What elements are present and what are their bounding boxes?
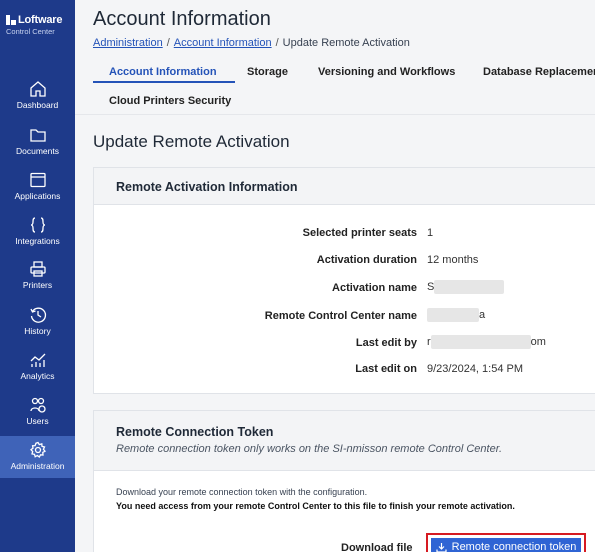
sidebar-item-label: Administration (10, 461, 65, 471)
sidebar-item-printers[interactable]: Printers (0, 260, 75, 304)
sidebar-item-label: Printers (22, 280, 53, 290)
breadcrumb: Administration / Account Information / Updat… (93, 37, 410, 49)
download-icon (436, 542, 447, 552)
info-label: Selected printer seats (302, 227, 417, 239)
sidebar-item-label: Applications (14, 191, 61, 201)
info-label: Remote Control Center name (264, 310, 417, 322)
sidebar-item-label: Users (26, 416, 49, 426)
info-value-redacted: r om (427, 335, 546, 349)
printer-icon (29, 261, 46, 277)
redacted-block (427, 308, 479, 322)
info-label: Activation duration (316, 254, 417, 266)
app-logo[interactable]: Loftware Control Center (6, 14, 72, 36)
tabs-divider (75, 114, 595, 115)
info-value: a (479, 308, 486, 321)
sidebar-item-label: History (24, 326, 51, 336)
info-value: S (427, 280, 435, 293)
breadcrumb-link-administration[interactable]: Administration (93, 37, 163, 49)
remote-activation-card: Remote Activation Information Selected p… (93, 167, 595, 394)
window-icon (29, 172, 46, 188)
sidebar-item-users[interactable]: Users (0, 396, 75, 440)
home-icon (29, 81, 46, 97)
breadcrumb-link-account-information[interactable]: Account Information (174, 37, 272, 49)
active-tab-indicator (93, 81, 235, 83)
tab-cloud-printers-security[interactable]: Cloud Printers Security (109, 95, 231, 107)
info-value-redacted: a (427, 308, 485, 322)
tab-database-replacement[interactable]: Database Replacement (483, 66, 595, 78)
page-title: Account Information (93, 8, 271, 30)
sidebar-item-documents[interactable]: Documents (0, 126, 75, 170)
section-title: Update Remote Activation (93, 132, 290, 151)
sidebar-item-label: Dashboard (16, 100, 59, 110)
sidebar-item-label: Documents (16, 146, 59, 156)
button-label: Remote connection token (451, 541, 577, 552)
info-label: Last edit on (355, 363, 417, 375)
info-label: Activation name (332, 282, 417, 294)
card-title: Remote Connection Token (116, 425, 274, 439)
token-note: Remote connection token only works on th… (116, 443, 502, 455)
gear-icon (29, 441, 46, 458)
download-instruction-strong: You need access from your remote Control… (116, 501, 515, 511)
folder-icon (29, 129, 46, 142)
sidebar-item-applications[interactable]: Applications (0, 171, 75, 215)
card-header: Remote Connection Token Remote connectio… (94, 411, 595, 471)
sidebar-item-label: Analytics (20, 371, 55, 381)
card-title: Remote Activation Information (116, 180, 298, 194)
redacted-block (430, 335, 531, 349)
tab-versioning-and-workflows[interactable]: Versioning and Workflows (318, 66, 455, 78)
breadcrumb-current: Update Remote Activation (282, 37, 410, 49)
history-icon (29, 307, 46, 323)
remote-connection-token-button[interactable]: Remote connection token (431, 538, 581, 552)
info-value-suffix: om (530, 335, 546, 348)
download-file-label: Download file (341, 542, 413, 552)
remote-connection-token-card: Remote Connection Token Remote connectio… (93, 410, 595, 552)
sidebar-item-administration[interactable]: Administration (0, 436, 75, 478)
info-value: 12 months (427, 254, 479, 266)
sidebar-item-analytics[interactable]: Analytics (0, 351, 75, 395)
brand-name: Loftware (18, 14, 63, 26)
sidebar-item-integrations[interactable]: Integrations (0, 216, 75, 260)
sidebar-item-dashboard[interactable]: Dashboard (0, 80, 75, 124)
tab-account-information[interactable]: Account Information (109, 66, 217, 78)
loftware-logo-icon (6, 15, 16, 25)
card-header: Remote Activation Information (94, 168, 595, 205)
redacted-block (434, 280, 505, 294)
info-label: Last edit by (355, 337, 417, 349)
users-icon (29, 397, 46, 413)
download-instruction: Download your remote connection token wi… (116, 487, 368, 497)
info-value: 9/23/2024, 1:54 PM (427, 363, 524, 375)
braces-icon (30, 217, 45, 233)
analytics-icon (30, 353, 45, 367)
sidebar-item-label: Integrations (15, 236, 60, 246)
sidebar-item-history[interactable]: History (0, 306, 75, 350)
sidebar: Loftware Control Center Dashboard Docume… (0, 0, 75, 552)
brand-subtitle: Control Center (6, 27, 55, 36)
info-value-redacted: S (427, 280, 505, 294)
info-value: 1 (427, 227, 434, 239)
tab-storage[interactable]: Storage (247, 66, 288, 78)
highlight-box: Remote connection token (426, 533, 586, 552)
